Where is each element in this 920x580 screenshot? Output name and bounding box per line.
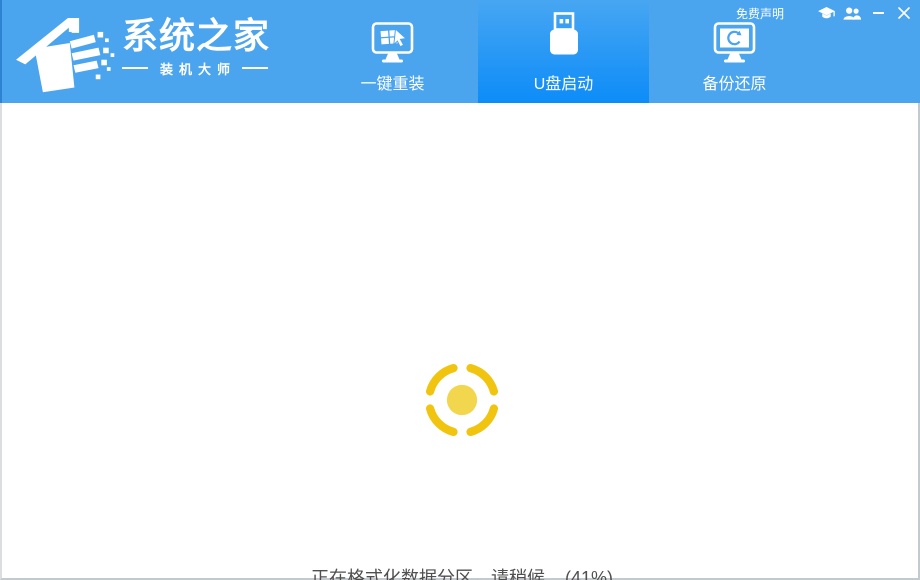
usb-drive-icon [543,9,585,65]
house-logo-icon [16,18,115,93]
topbar-controls: 免费声明 [736,3,914,23]
tab-usb-boot[interactable]: U盘启动 [478,0,649,103]
tab-label-backup-restore: 备份还原 [702,76,767,93]
minimize-icon [872,12,884,14]
minimize-button[interactable] [868,4,888,22]
dash-right [242,67,269,70]
app-window: 系统之家 装机大师 一键重装 U盘启动 备份还原 免费声明 正在格式化数据分区，… [0,0,920,580]
free-disclaimer-link[interactable]: 免费声明 [736,5,784,22]
tab-label-usb-boot: U盘启动 [533,76,594,93]
tab-one-key-reinstall[interactable]: 一键重装 [307,0,478,103]
brand-subtitle-row: 装机大师 [122,59,270,78]
dash-left [122,67,148,70]
loading-spinner-icon [425,363,499,437]
main-content: 正在格式化数据分区，请稍候... (41%) [0,103,920,580]
status-text: 正在格式化数据分区，请稍候... (41%) [310,568,614,580]
brand-subtitle: 装机大师 [160,61,237,77]
users-icon[interactable] [842,4,862,22]
graduation-cap-icon[interactable] [816,4,836,22]
close-button[interactable] [894,4,914,22]
monitor-windows-icon [369,9,416,65]
header: 系统之家 装机大师 一键重装 U盘启动 备份还原 免费声明 [0,0,920,103]
close-icon [898,7,910,19]
tab-label-reinstall: 一键重装 [360,76,425,93]
brand-text: 系统之家 装机大师 [122,16,270,78]
brand: 系统之家 装机大师 [16,4,270,96]
brand-title: 系统之家 [122,15,271,56]
